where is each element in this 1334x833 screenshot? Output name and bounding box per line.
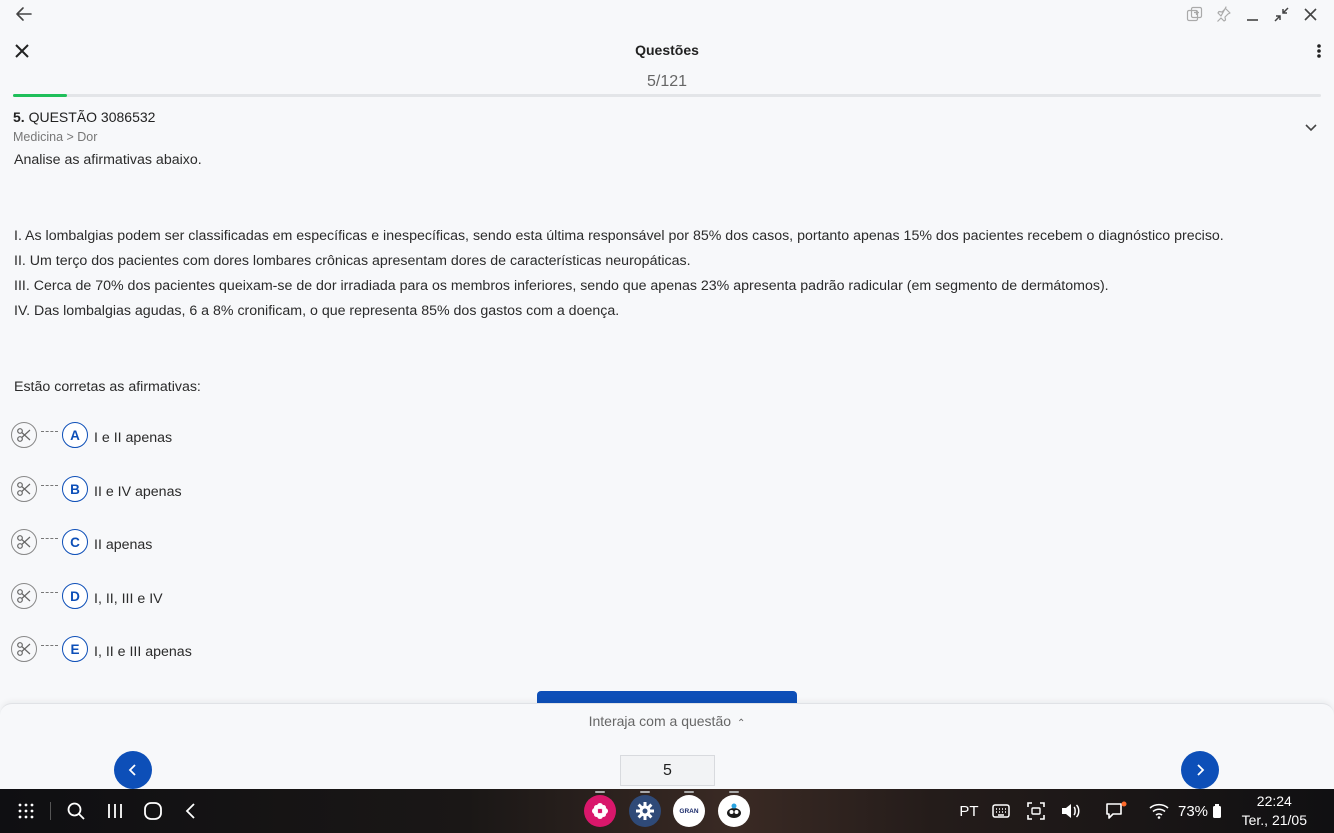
option-b[interactable]: B II e IV apenas: [11, 474, 182, 504]
scissors-icon[interactable]: [11, 583, 37, 609]
flower-app-icon[interactable]: [584, 791, 616, 827]
recent-apps-icon[interactable]: [104, 800, 126, 822]
notification-icon[interactable]: [1104, 800, 1128, 822]
question-number: 5.: [13, 109, 25, 125]
scissors-icon[interactable]: [11, 422, 37, 448]
chevron-up-icon[interactable]: ⌃: [737, 718, 745, 729]
option-letter[interactable]: E: [62, 636, 88, 662]
system-back-icon[interactable]: [180, 800, 202, 822]
more-options-icon[interactable]: [1316, 42, 1322, 60]
page-number-input[interactable]: [620, 755, 715, 786]
option-c[interactable]: C II apenas: [11, 527, 152, 557]
question-header: 5. QUESTÃO 3086532 Medicina > Dor: [13, 109, 155, 144]
option-text[interactable]: I, II, III e IV: [94, 591, 163, 607]
back-arrow-icon[interactable]: [14, 4, 34, 24]
clock-time: 22:24: [1256, 793, 1292, 809]
minimize-icon[interactable]: [1243, 5, 1262, 24]
question-title: 5. QUESTÃO 3086532: [13, 109, 155, 125]
question-breadcrumb: Medicina > Dor: [13, 130, 98, 144]
system-clock[interactable]: 22:24 Ter., 21/05: [1242, 792, 1307, 830]
dashed-connector: [41, 484, 58, 486]
keyboard-icon[interactable]: [991, 800, 1011, 822]
option-text[interactable]: I e II apenas: [94, 430, 172, 446]
question-intro: Analise as afirmativas abaixo.: [14, 152, 202, 168]
chevron-right-icon: [1197, 764, 1205, 776]
system-taskbar: GRAN PT 73% 22:24 Ter., 21/05: [0, 789, 1334, 833]
previous-question-button[interactable]: [114, 751, 152, 789]
apps-grid-icon[interactable]: [16, 800, 36, 822]
app-header: Questões 5/121: [0, 30, 1334, 96]
option-e[interactable]: E I, II e III apenas: [11, 634, 192, 664]
chevron-left-icon: [128, 764, 136, 776]
window-bar: [0, 0, 1334, 30]
question-label: QUESTÃO 3086532: [28, 109, 156, 125]
dashed-connector: [41, 591, 58, 593]
progress-bar: [13, 94, 1321, 97]
next-question-button[interactable]: [1181, 751, 1219, 789]
scissors-icon[interactable]: [11, 529, 37, 555]
language-indicator[interactable]: PT: [958, 800, 980, 822]
clock-date: Ter., 21/05: [1241, 812, 1307, 828]
option-a[interactable]: A I e II apenas: [11, 420, 172, 450]
wifi-icon[interactable]: [1148, 800, 1170, 822]
taskbar-divider: [50, 802, 51, 820]
option-text[interactable]: II apenas: [94, 537, 152, 553]
restore-icon[interactable]: [1272, 5, 1291, 24]
option-d[interactable]: D I, II, III e IV: [11, 581, 163, 611]
interact-toggle[interactable]: Interaja com a questão ⌃: [0, 713, 1334, 729]
home-icon[interactable]: [142, 800, 164, 822]
gran-app-icon[interactable]: GRAN: [673, 791, 705, 827]
scissors-icon[interactable]: [11, 476, 37, 502]
window-close-icon[interactable]: [1301, 5, 1320, 24]
pin-icon[interactable]: [1214, 5, 1233, 24]
pop-out-icon[interactable]: [1185, 5, 1204, 24]
chevron-down-icon[interactable]: [1304, 120, 1318, 134]
mascot-app-icon[interactable]: [718, 791, 750, 827]
bottom-panel: Interaja com a questão ⌃: [0, 703, 1334, 790]
dashed-connector: [41, 644, 58, 646]
screen-capture-icon[interactable]: [1026, 800, 1046, 822]
option-letter[interactable]: A: [62, 422, 88, 448]
option-letter[interactable]: C: [62, 529, 88, 555]
question-counter: 5/121: [646, 73, 688, 90]
battery-icon: [1211, 800, 1223, 822]
battery-percent: 73%: [1177, 802, 1209, 820]
statement-4: IV. Das lombalgias agudas, 6 a 8% cronif…: [14, 303, 620, 319]
statement-3: III. Cerca de 70% dos pacientes queixam-…: [14, 278, 1109, 294]
option-text[interactable]: I, II e III apenas: [94, 644, 192, 660]
dashed-connector: [41, 430, 58, 432]
scissors-icon[interactable]: [11, 636, 37, 662]
option-letter[interactable]: B: [62, 476, 88, 502]
dashed-connector: [41, 537, 58, 539]
gran-app-label: GRAN: [679, 807, 699, 815]
page-title: Questões: [635, 42, 699, 58]
option-letter[interactable]: D: [62, 583, 88, 609]
interact-label[interactable]: Interaja com a questão: [589, 713, 731, 729]
option-text[interactable]: II e IV apenas: [94, 484, 182, 500]
settings-gear-icon[interactable]: [629, 791, 661, 827]
search-icon[interactable]: [65, 800, 87, 822]
question-prompt: Estão corretas as afirmativas:: [14, 379, 201, 395]
statement-2: II. Um terço dos pacientes com dores lom…: [14, 253, 691, 269]
volume-icon[interactable]: [1059, 800, 1081, 822]
progress-fill: [13, 94, 67, 97]
statement-1: I. As lombalgias podem ser classificadas…: [14, 228, 1224, 244]
